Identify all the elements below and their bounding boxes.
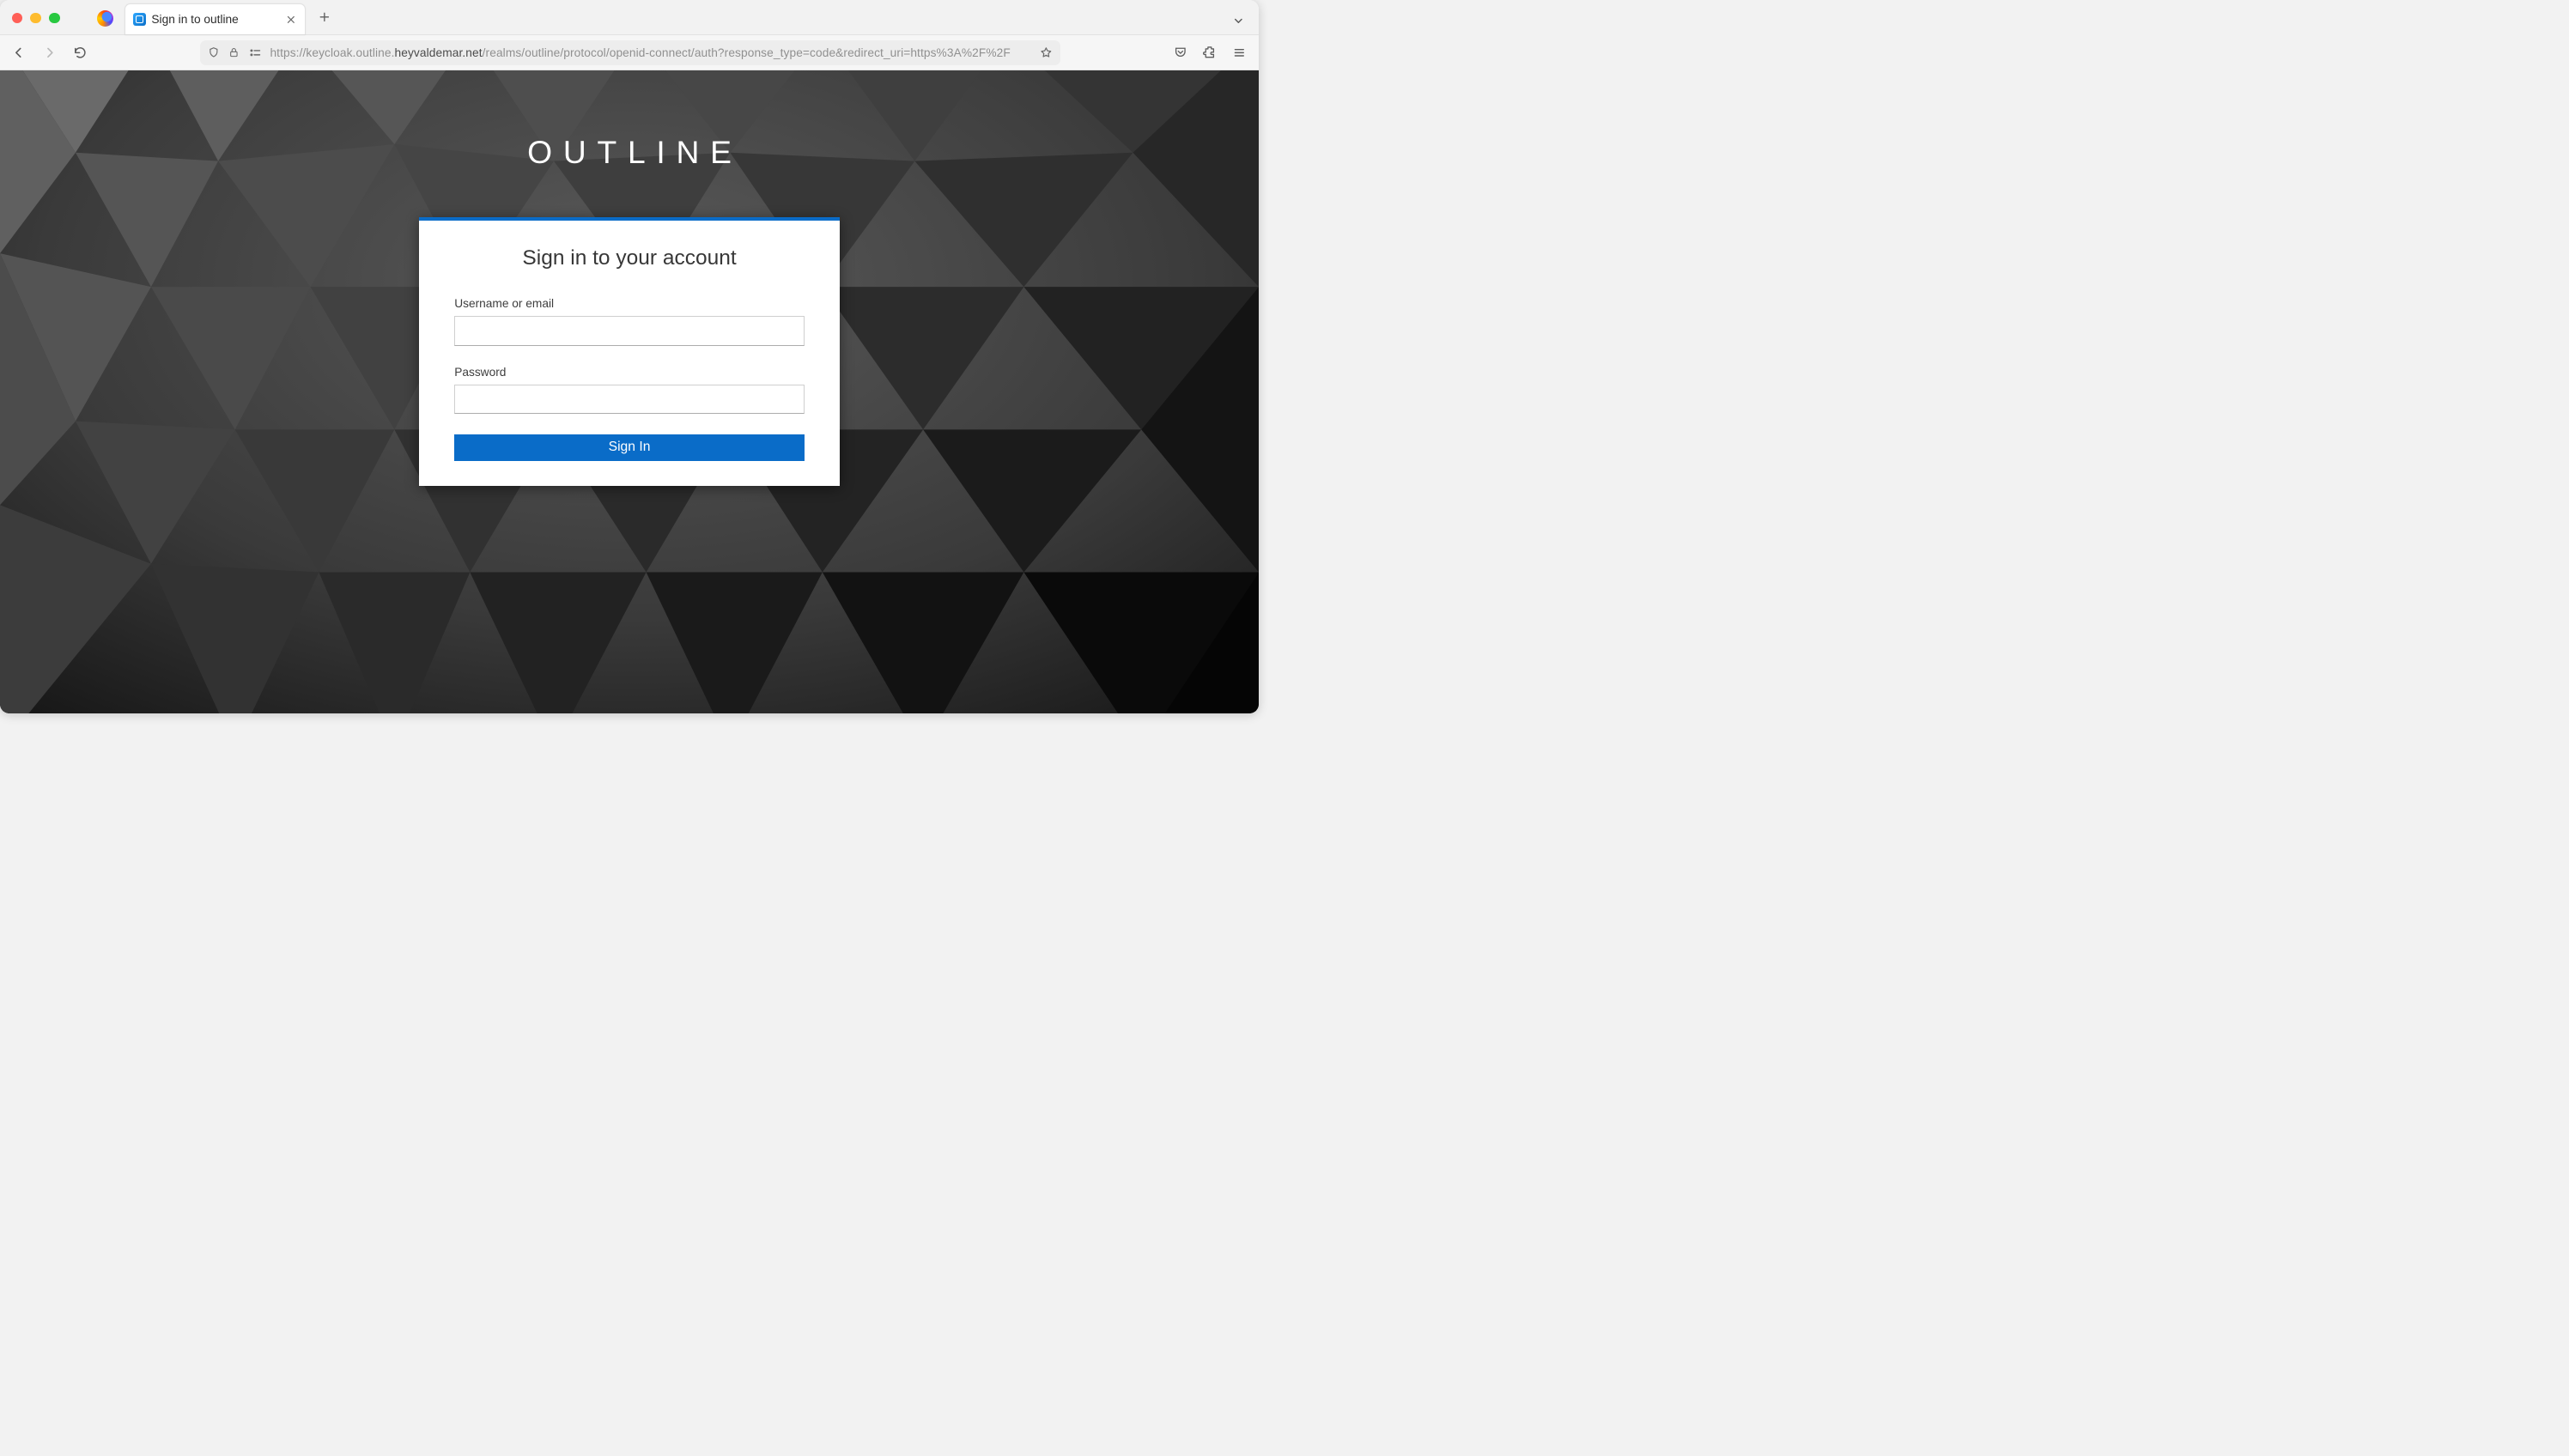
login-heading: Sign in to your account bbox=[454, 246, 805, 270]
window-close-button[interactable] bbox=[12, 13, 23, 24]
app-menu-icon[interactable] bbox=[1232, 45, 1248, 60]
password-label: Password bbox=[454, 366, 805, 379]
username-field: Username or email bbox=[454, 297, 805, 345]
bookmark-star-icon[interactable] bbox=[1040, 46, 1053, 59]
tab-strip: Sign in to outline bbox=[125, 0, 334, 34]
extensions-icon[interactable] bbox=[1202, 45, 1218, 60]
sign-in-button[interactable]: Sign In bbox=[454, 434, 805, 461]
lock-icon[interactable] bbox=[228, 47, 240, 58]
username-label: Username or email bbox=[454, 297, 805, 310]
url-text: https://keycloak.outline.heyvaldemar.net… bbox=[270, 46, 1031, 59]
url-domain: heyvaldemar.net bbox=[395, 46, 483, 59]
window-controls bbox=[12, 13, 60, 24]
realm-title: OUTLINE bbox=[516, 134, 742, 171]
url-prefix: https://keycloak.outline. bbox=[270, 46, 394, 59]
password-field: Password bbox=[454, 366, 805, 414]
window-minimize-button[interactable] bbox=[30, 13, 41, 24]
tracking-protection-icon[interactable] bbox=[208, 46, 220, 58]
window-maximize-button[interactable] bbox=[49, 13, 60, 24]
browser-tab-active[interactable]: Sign in to outline bbox=[125, 3, 306, 34]
nav-back-button[interactable] bbox=[12, 45, 27, 60]
page-content: OUTLINE Sign in to your account Username… bbox=[0, 70, 1259, 713]
browser-titlebar: Sign in to outline bbox=[0, 0, 1259, 35]
password-input[interactable] bbox=[454, 385, 805, 414]
firefox-icon bbox=[97, 10, 114, 27]
url-bar[interactable]: https://keycloak.outline.heyvaldemar.net… bbox=[200, 40, 1060, 65]
browser-toolbar: https://keycloak.outline.heyvaldemar.net… bbox=[0, 35, 1259, 70]
permissions-icon[interactable] bbox=[249, 48, 262, 58]
url-path: /realms/outline/protocol/openid-connect/… bbox=[483, 46, 1011, 59]
tab-favicon bbox=[133, 13, 146, 26]
nav-reload-button[interactable] bbox=[72, 45, 88, 60]
login-card: Sign in to your account Username or emai… bbox=[419, 217, 840, 486]
pocket-icon[interactable] bbox=[1173, 45, 1188, 60]
tab-close-button[interactable] bbox=[286, 15, 296, 25]
tab-title: Sign in to outline bbox=[151, 13, 277, 26]
nav-forward-button[interactable] bbox=[42, 45, 58, 60]
tabs-overflow-button[interactable] bbox=[1232, 15, 1245, 27]
username-input[interactable] bbox=[454, 316, 805, 345]
new-tab-button[interactable] bbox=[315, 8, 334, 27]
